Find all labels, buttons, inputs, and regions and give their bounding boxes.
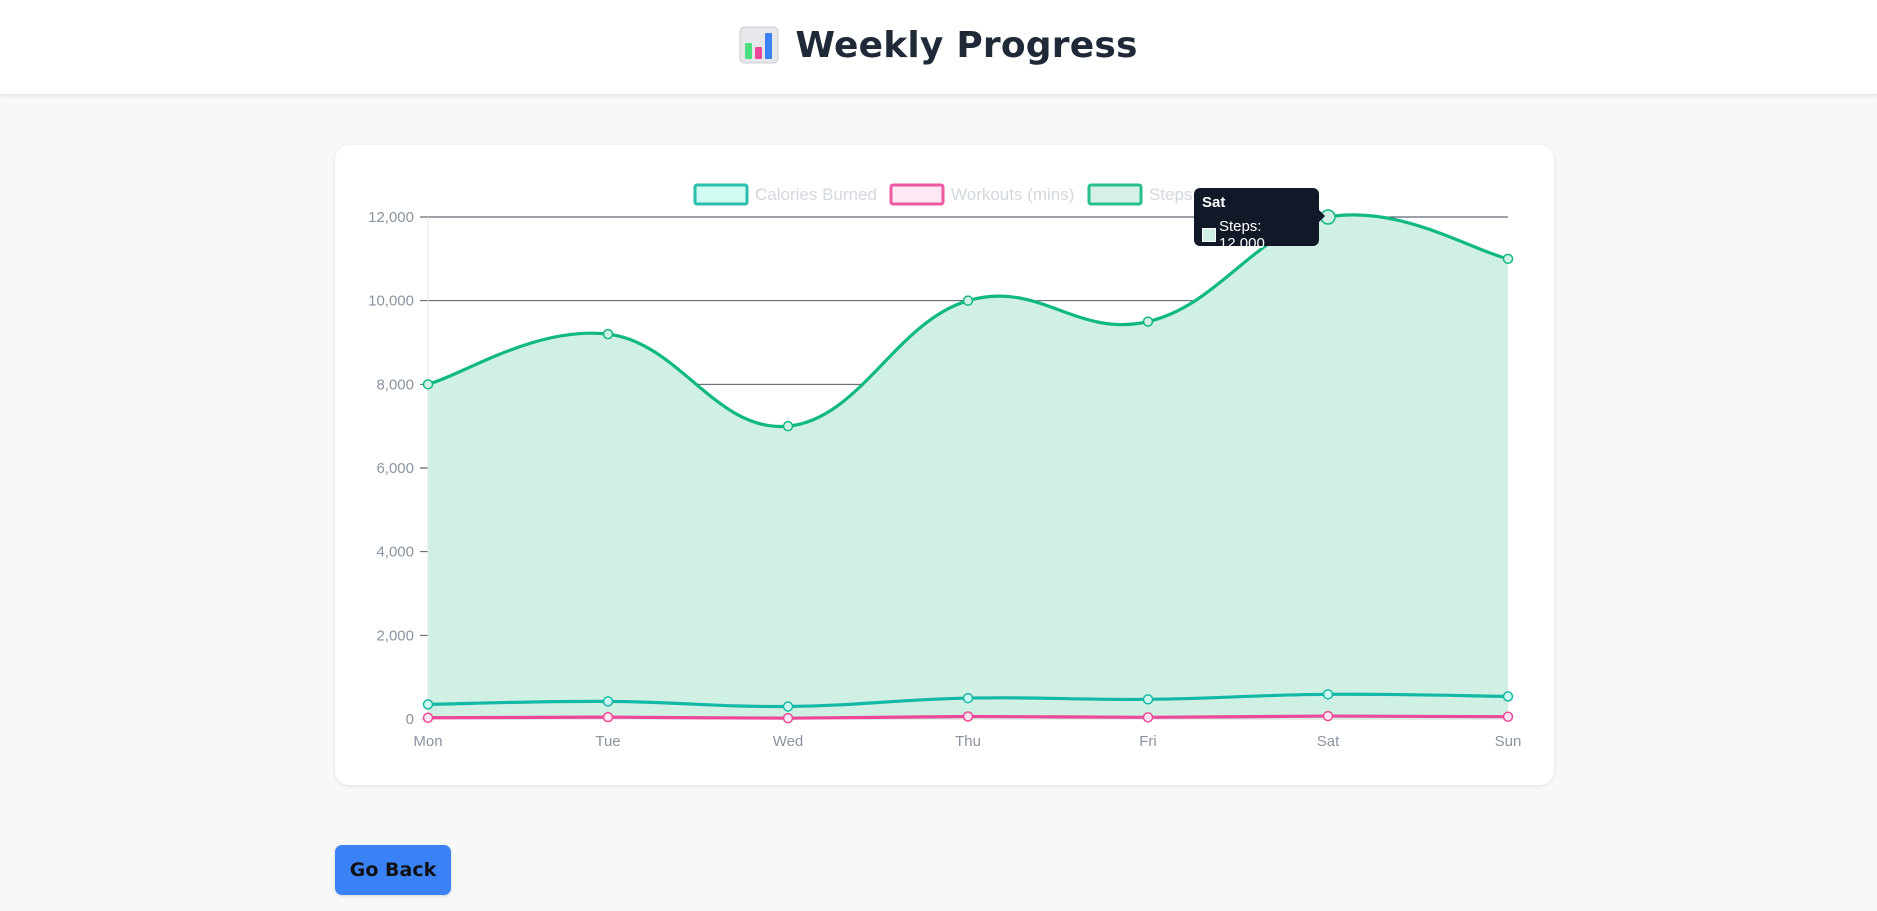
page-title: Weekly Progress	[795, 24, 1138, 66]
chart-tooltip: Sat Steps: 12,000	[1194, 188, 1325, 252]
x-tick-label: Sat	[1317, 733, 1340, 750]
x-tick-label: Fri	[1139, 733, 1157, 750]
y-tick-label: 2,000	[376, 627, 414, 644]
data-point-workouts-mins[interactable]	[782, 712, 794, 724]
tooltip-caret	[1319, 210, 1325, 222]
data-point-workouts-mins[interactable]	[1322, 710, 1334, 722]
data-point-workouts-mins[interactable]	[1502, 711, 1514, 722]
y-tick-label: 4,000	[376, 544, 414, 561]
data-point-steps[interactable]	[1502, 253, 1514, 265]
legend-label[interactable]: Workouts (mins)	[951, 185, 1074, 204]
x-tick-label: Wed	[773, 733, 804, 750]
y-tick-label: 8,000	[376, 376, 414, 393]
x-tick-label: Mon	[413, 733, 442, 750]
tooltip-row: Steps: 12,000	[1202, 218, 1311, 252]
data-point-steps[interactable]	[602, 328, 614, 340]
data-point-steps[interactable]	[1142, 316, 1154, 327]
data-point-workouts-mins[interactable]	[602, 711, 614, 723]
data-point-workouts-mins[interactable]	[422, 712, 434, 723]
data-point-calories-burned[interactable]	[1502, 691, 1514, 702]
y-tick-label: 10,000	[368, 293, 414, 310]
tooltip-label: Steps: 12,000	[1218, 218, 1265, 252]
data-point-calories-burned[interactable]	[1142, 694, 1154, 705]
data-point-steps[interactable]	[422, 379, 434, 390]
legend-swatch[interactable]	[693, 183, 749, 206]
data-point-workouts-mins[interactable]	[962, 711, 974, 722]
bar-chart-icon	[739, 26, 779, 64]
series-area-steps	[428, 214, 1508, 719]
tooltip-swatch	[1202, 228, 1216, 242]
legend-swatch[interactable]	[1087, 183, 1143, 206]
data-point-calories-burned[interactable]	[602, 696, 614, 707]
legend-swatch[interactable]	[889, 183, 945, 206]
x-tick-label: Tue	[595, 733, 620, 750]
legend-label[interactable]: Calories Burned	[755, 185, 877, 204]
line-chart: 0 2,000 4,000 6,000 8,000 10,000 12,000 Mon Tue W…	[368, 183, 1522, 750]
data-point-steps[interactable]	[962, 295, 974, 306]
chart-card: 0 2,000 4,000 6,000 8,000 10,000 12,000 Mon Tue W…	[335, 145, 1554, 785]
title-wrap: Weekly Progress	[739, 25, 1137, 66]
data-point-steps[interactable]	[782, 420, 794, 432]
y-tick-label: 6,000	[376, 460, 414, 477]
data-point-calories-burned[interactable]	[782, 701, 794, 712]
data-point-calories-burned[interactable]	[422, 699, 434, 710]
x-tick-label: Thu	[955, 733, 981, 750]
tooltip-title: Sat	[1202, 194, 1226, 211]
page-header: Weekly Progress	[0, 0, 1877, 95]
data-point-calories-burned[interactable]	[1322, 689, 1334, 700]
x-tick-label: Sun	[1495, 733, 1522, 750]
data-point-workouts-mins[interactable]	[1142, 712, 1154, 723]
data-point-calories-burned[interactable]	[962, 692, 974, 704]
y-tick-label: 12,000	[368, 209, 414, 226]
go-back-button[interactable]: Go Back	[335, 845, 451, 895]
y-tick-label: 0	[406, 711, 414, 728]
legend-label[interactable]: Steps	[1149, 185, 1192, 204]
